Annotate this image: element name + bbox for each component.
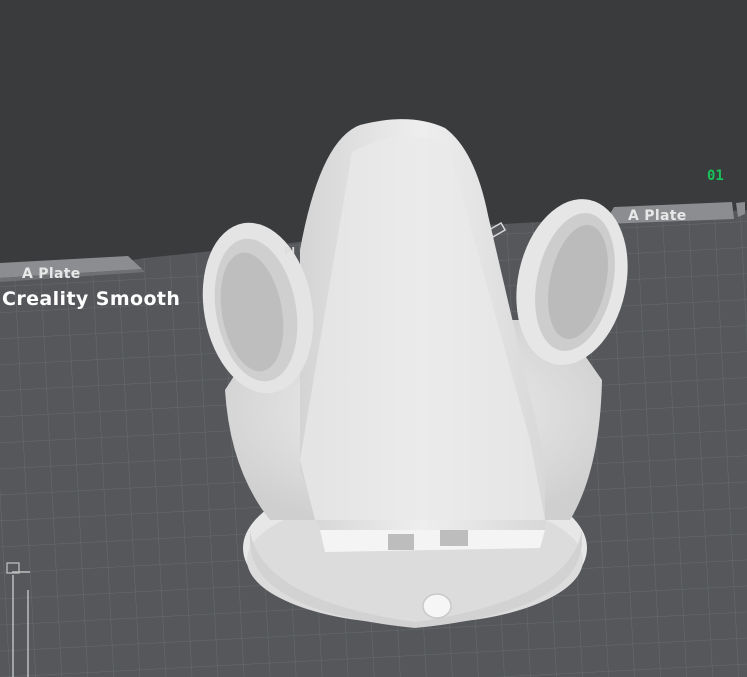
plate-tab-label-right[interactable]: A Plate bbox=[628, 208, 687, 224]
plate-tab-label-left[interactable]: A Plate bbox=[22, 266, 81, 282]
partial-overlay-label: PI bbox=[284, 246, 296, 257]
plate-index-number: 01 bbox=[707, 168, 724, 184]
3d-model[interactable] bbox=[190, 119, 642, 628]
bed-type-label: Creality Smooth bbox=[2, 288, 181, 310]
3d-viewport[interactable]: A Plate A Plate 01 Creality Smooth PI bbox=[0, 0, 747, 677]
